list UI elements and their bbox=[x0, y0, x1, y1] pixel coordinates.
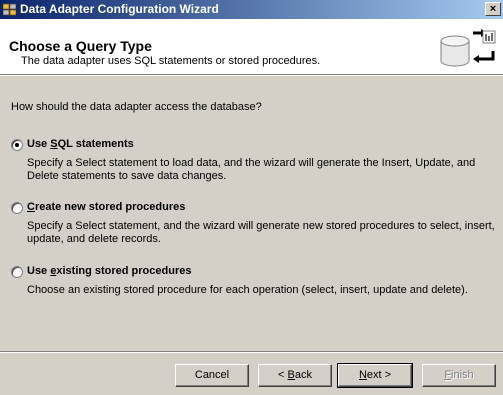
option-label[interactable]: Create new stored procedures bbox=[27, 201, 185, 213]
title-bar[interactable]: Data Adapter Configuration Wizard × bbox=[0, 0, 503, 19]
option-label[interactable]: Use SQL statements bbox=[27, 138, 134, 150]
wizard-header: Choose a Query Type The data adapter use… bbox=[0, 19, 503, 75]
back-button[interactable]: < Back bbox=[258, 364, 332, 387]
wizard-window: Data Adapter Configuration Wizard × Choo… bbox=[0, 0, 503, 395]
option-description: Choose an existing stored procedure for … bbox=[27, 284, 468, 296]
window-title: Data Adapter Configuration Wizard bbox=[20, 2, 219, 16]
close-button[interactable]: × bbox=[485, 2, 501, 16]
footer-divider-highlight bbox=[0, 352, 503, 353]
next-button[interactable]: Next > bbox=[337, 363, 413, 388]
radio-selected-dot bbox=[15, 143, 19, 147]
question-label: How should the data adapter access the d… bbox=[11, 101, 262, 113]
database-query-icon bbox=[440, 29, 496, 67]
radio-existing-stored-procedures[interactable] bbox=[11, 266, 23, 278]
option-description: Specify a Select statement, and the wiza… bbox=[27, 220, 495, 245]
wizard-app-icon bbox=[3, 3, 16, 16]
option-description: Specify a Select statement to load data,… bbox=[27, 157, 476, 182]
finish-button[interactable]: Finish bbox=[422, 364, 496, 387]
radio-create-stored-procedures[interactable] bbox=[11, 202, 23, 214]
page-title: Choose a Query Type bbox=[9, 38, 152, 54]
radio-sql-statements[interactable] bbox=[11, 139, 23, 151]
page-subtitle: The data adapter uses SQL statements or … bbox=[21, 55, 321, 67]
header-divider bbox=[0, 75, 503, 76]
cancel-button[interactable]: Cancel bbox=[175, 364, 249, 387]
option-label[interactable]: Use existing stored procedures bbox=[27, 265, 191, 277]
